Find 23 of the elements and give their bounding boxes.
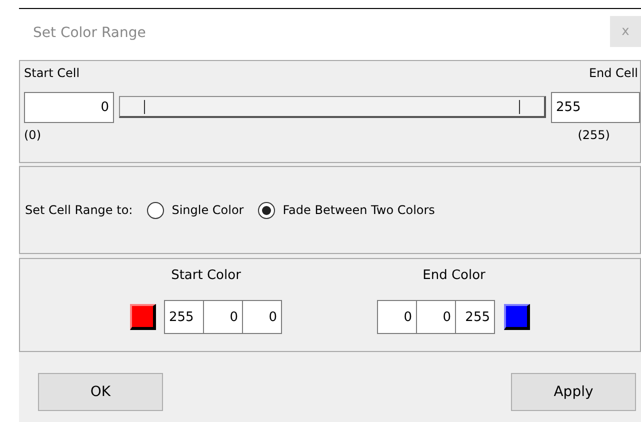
rgb-field[interactable]: 0 bbox=[242, 300, 282, 334]
color-heading: End Color bbox=[422, 268, 486, 283]
end-cell-label: End Cell bbox=[588, 66, 638, 82]
rgb-field[interactable]: 0 bbox=[377, 300, 417, 334]
color-heading: Start Color bbox=[171, 268, 241, 283]
min-value-label: (0) bbox=[24, 128, 41, 142]
mode-label: Set Cell Range to: bbox=[25, 203, 133, 217]
start-cell-label: Start Cell bbox=[24, 66, 80, 82]
radio-option[interactable]: Single Color bbox=[146, 202, 244, 218]
rgb-field[interactable]: 255 bbox=[164, 300, 204, 334]
radio-option[interactable]: Fade Between Two Colors bbox=[258, 202, 435, 218]
window-title: Set Color Range bbox=[33, 24, 146, 40]
start-cell-field[interactable]: 0 bbox=[24, 92, 114, 122]
rgb-field[interactable]: 0 bbox=[203, 300, 243, 334]
range-slider[interactable] bbox=[119, 96, 546, 118]
rgb-field[interactable]: 255 bbox=[455, 300, 495, 334]
dialog-button[interactable]: OK bbox=[38, 373, 163, 411]
color-swatch[interactable] bbox=[130, 304, 156, 330]
end-cell-field[interactable]: 255 bbox=[551, 92, 640, 122]
max-value-label: (255) bbox=[578, 128, 610, 142]
rgb-field[interactable]: 0 bbox=[416, 300, 456, 334]
dialog-button[interactable]: Apply bbox=[511, 373, 636, 411]
color-swatch[interactable] bbox=[504, 304, 530, 330]
